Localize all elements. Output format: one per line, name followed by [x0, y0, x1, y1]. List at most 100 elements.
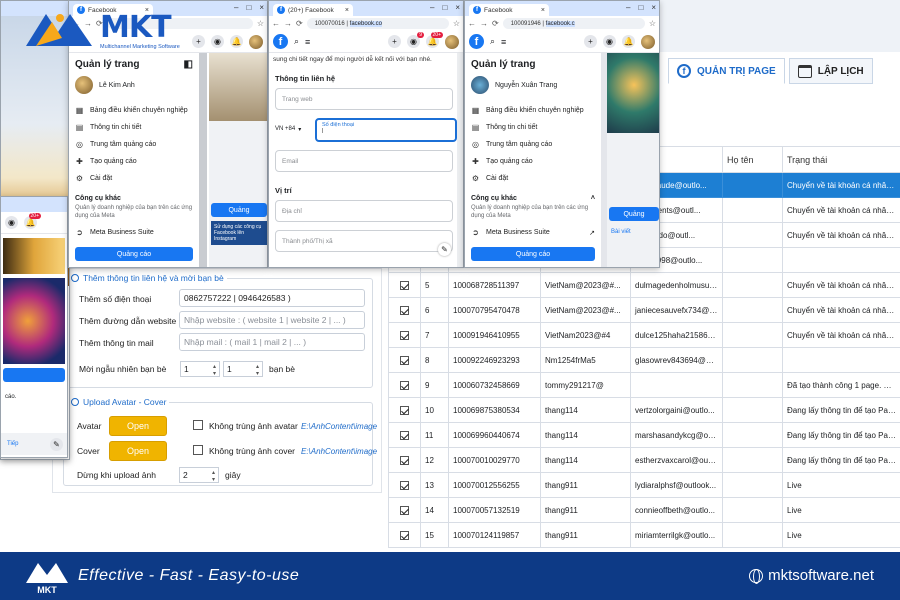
cell-num[interactable]: 8: [420, 347, 449, 373]
win3-tab[interactable]: f Facebook ×: [469, 4, 549, 16]
cell-pass[interactable]: thang911: [540, 472, 631, 498]
row-checkbox-cell[interactable]: [388, 522, 421, 548]
win2-tab[interactable]: f (20+) Facebook ×: [273, 4, 353, 16]
row-checkbox-cell[interactable]: [388, 397, 421, 423]
cell-name[interactable]: [722, 272, 783, 298]
facebook-logo[interactable]: f: [469, 34, 484, 49]
cell-name[interactable]: [722, 322, 783, 348]
cell-name[interactable]: [722, 497, 783, 523]
row-checkbox[interactable]: [400, 430, 409, 440]
row-checkbox-cell[interactable]: [388, 322, 421, 348]
pause-stepper[interactable]: 2: [179, 467, 219, 483]
account-avatar[interactable]: [445, 34, 459, 49]
cell-status[interactable]: Đã tạo thành công 1 page. Dừ...: [782, 372, 900, 398]
facebook-logo[interactable]: f: [273, 34, 288, 49]
win3-side-button[interactable]: Quảng: [609, 207, 659, 221]
back-icon[interactable]: ←: [468, 19, 476, 28]
win1-side-button[interactable]: Quảng: [211, 203, 267, 217]
table-row[interactable]: 5 100068728511397 VietNam@2023@#... dulmage…: [388, 272, 900, 298]
win3-menu-item[interactable]: ▦ Bảng điều khiển chuyên nghiệp: [465, 102, 601, 119]
messenger-icon[interactable]: ◉: [211, 35, 224, 48]
reload-icon[interactable]: ⟳: [492, 19, 499, 28]
table-row[interactable]: 13 100070012556255 thang911 lydiaralphsf@ou…: [388, 472, 900, 498]
website-field[interactable]: Nhập website : ( website 1 | website 2 |…: [179, 311, 365, 329]
cell-pass[interactable]: thang114: [540, 422, 631, 448]
zip-input[interactable]: Mã zip: [275, 260, 453, 267]
cell-email[interactable]: [630, 372, 723, 398]
tab-schedule[interactable]: LẬP LỊCH: [788, 58, 873, 84]
cell-name[interactable]: [722, 472, 783, 498]
cell-name[interactable]: [722, 347, 783, 373]
search-icon[interactable]: ⌕: [294, 36, 299, 47]
collapse-icon[interactable]: ◧: [184, 59, 193, 70]
cell-uid[interactable]: 100068728511397: [448, 272, 541, 298]
cell-name[interactable]: [722, 297, 783, 323]
cell-num[interactable]: 6: [420, 297, 449, 323]
cell-status[interactable]: Chuyển về tài khoản cá nhân t...: [782, 197, 900, 223]
menu-icon[interactable]: ≡: [305, 37, 310, 47]
table-row[interactable]: 14 100070057132519 thang911 connieoffbeth@o…: [388, 497, 900, 523]
row-checkbox[interactable]: [400, 280, 409, 290]
phone-field[interactable]: 0862757222 | 0946426583 ): [179, 289, 365, 307]
reload-icon[interactable]: ⟳: [296, 19, 303, 28]
website-input[interactable]: Trang web: [275, 88, 453, 110]
cell-status[interactable]: Chuyển về tài khoản cá nhân t...: [782, 297, 900, 323]
cell-status[interactable]: Live: [782, 497, 900, 523]
row-checkbox-cell[interactable]: [388, 472, 421, 498]
cell-pass[interactable]: VietNam@2023@#...: [540, 272, 631, 298]
left2-blue-button[interactable]: [3, 368, 65, 382]
cell-status[interactable]: [782, 347, 900, 373]
close-tab-icon[interactable]: ×: [541, 7, 545, 14]
search-icon[interactable]: ⌕: [490, 36, 495, 47]
win2-url[interactable]: 100070016 | facebook.co: [306, 18, 449, 29]
cell-num[interactable]: 9: [420, 372, 449, 398]
phone-input[interactable]: Số điện thoại |: [315, 118, 457, 142]
win3-url[interactable]: 100091946 | facebook.c: [502, 18, 645, 29]
win3-menu-item[interactable]: ◎ Trung tâm quảng cáo: [465, 136, 601, 153]
cell-status[interactable]: [782, 247, 900, 273]
cell-uid[interactable]: 100070057132519: [448, 497, 541, 523]
cell-email[interactable]: dulmagedenholmusuk...: [630, 272, 723, 298]
row-checkbox[interactable]: [400, 405, 409, 415]
row-checkbox-cell[interactable]: [388, 272, 421, 298]
win3-menu-item[interactable]: ▤ Thông tin chi tiết: [465, 119, 601, 136]
website-link[interactable]: mktsoftware.net: [749, 567, 874, 584]
invite-from-stepper[interactable]: 1: [180, 361, 220, 377]
bell-icon[interactable]: 🔔: [230, 35, 243, 48]
maximize-icon[interactable]: □: [638, 3, 643, 12]
cell-pass[interactable]: tommy291217@: [540, 372, 631, 398]
win1-menu-item[interactable]: ▦ Bảng điều khiển chuyên nghiệp: [69, 102, 199, 119]
city-input[interactable]: Thành phố/Thị xã: [275, 230, 453, 252]
cell-name[interactable]: [722, 372, 783, 398]
cell-name[interactable]: [722, 222, 783, 248]
win2-scrollbar[interactable]: [457, 53, 463, 267]
star-icon[interactable]: ☆: [453, 19, 460, 28]
col-status[interactable]: Trạng thái: [782, 146, 900, 173]
win1-menu-item[interactable]: ▤ Thông tin chi tiết: [69, 119, 199, 136]
cell-email[interactable]: miriamterrilgk@outlo...: [630, 522, 723, 548]
cell-status[interactable]: Live: [782, 472, 900, 498]
cell-uid[interactable]: 100070795470478: [448, 297, 541, 323]
cell-status[interactable]: Đang lấy thông tin để tạo Pag...: [782, 422, 900, 448]
cell-uid[interactable]: 100092246923293: [448, 347, 541, 373]
cell-num[interactable]: 12: [420, 447, 449, 473]
account-avatar[interactable]: [641, 34, 655, 49]
cell-email[interactable]: janiecesauvefx734@o...: [630, 297, 723, 323]
cell-email[interactable]: connieoffbeth@outlo...: [630, 497, 723, 523]
avatar-path[interactable]: E:\AnhContent\image: [301, 422, 377, 431]
row-checkbox-cell[interactable]: [388, 422, 421, 448]
cell-num[interactable]: 5: [420, 272, 449, 298]
minimize-icon[interactable]: –: [626, 3, 630, 12]
win1-ads-button[interactable]: Quảng cáo: [75, 247, 193, 261]
cell-num[interactable]: 13: [420, 472, 449, 498]
bell-icon[interactable]: 🔔 20+: [24, 213, 41, 229]
avatar-radio[interactable]: [71, 398, 79, 406]
star-icon[interactable]: ☆: [257, 19, 264, 28]
edit-icon[interactable]: ✎: [438, 243, 451, 256]
row-checkbox-cell[interactable]: [388, 372, 421, 398]
table-row[interactable]: 8 100092246923293 Nm1254frMa5 glasowrev8436…: [388, 347, 900, 373]
account-avatar[interactable]: [249, 34, 263, 49]
plus-icon[interactable]: +: [388, 35, 401, 48]
row-checkbox[interactable]: [400, 380, 409, 390]
cell-pass[interactable]: Nm1254frMa5: [540, 347, 631, 373]
